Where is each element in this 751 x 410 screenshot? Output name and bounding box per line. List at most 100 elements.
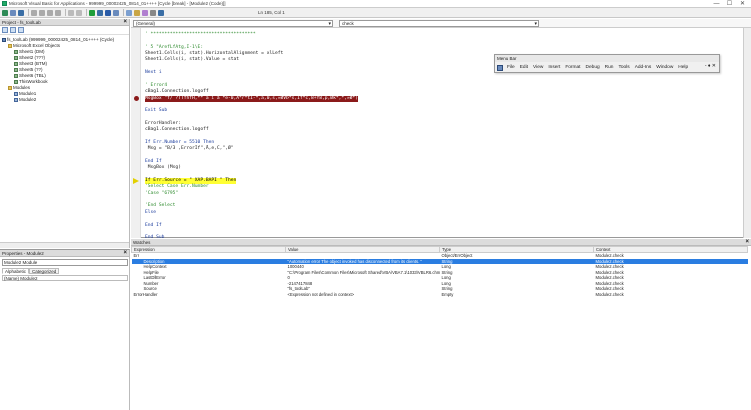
properties-panel-title: Properties - Module2 ×: [0, 250, 129, 257]
tab-alphabetic[interactable]: Alphabetic: [2, 268, 30, 274]
watch-cell-context: Module2.check: [595, 291, 624, 297]
floating-menu-bar: Menu Bar File Edit View Insert Format Debug Ru…: [494, 54, 720, 73]
breakpoint-icon[interactable]: [134, 96, 139, 101]
menu-item-help[interactable]: Help: [678, 65, 688, 70]
watch-cell-expr: ErrorHandler: [133, 291, 158, 297]
tab-categorized[interactable]: Categorized: [29, 268, 60, 274]
object-browser-icon[interactable]: [142, 9, 148, 16]
properties-icon[interactable]: [134, 9, 140, 16]
sheet-icon: [14, 50, 18, 54]
code-line[interactable]: cBag1.Connection.logoff: [145, 89, 209, 95]
watch-row[interactable]: ErrorHandler <Expression not defined in c…: [132, 292, 748, 298]
sheet-icon: [14, 62, 18, 66]
properties-title-label: Properties - Module2: [2, 251, 44, 256]
project-explorer: Project - fs_toolLab × fs_toolLab (99999…: [0, 19, 130, 248]
code-line[interactable]: End If: [145, 223, 162, 229]
project-icon: [2, 38, 6, 42]
module-icon: [14, 98, 18, 102]
sheet-icon: [14, 80, 18, 84]
menu-item-insert[interactable]: Insert: [548, 65, 560, 70]
menu-item-edit[interactable]: Edit: [520, 65, 528, 70]
break-icon[interactable]: [97, 9, 103, 16]
code-line[interactable]: Exit Sub: [145, 108, 167, 114]
execution-arrow-icon[interactable]: [133, 178, 139, 185]
menu-item-run[interactable]: Run: [605, 65, 614, 70]
save-icon[interactable]: [18, 9, 24, 16]
procedure-combo[interactable]: check: [339, 19, 539, 27]
code-line[interactable]: 'Case "6795": [145, 191, 178, 197]
menu-item-window[interactable]: Window: [656, 65, 673, 70]
properties-panel: Properties - Module2 × Module2 Module Al…: [0, 249, 130, 410]
cut-icon[interactable]: [31, 9, 37, 16]
code-line[interactable]: cBag1.Connection.logoff: [145, 127, 209, 133]
help-icon[interactable]: [158, 9, 164, 16]
sheet-icon: [14, 68, 18, 72]
close-button[interactable]: ✕: [736, 0, 749, 8]
watches-title: Watches ×: [131, 239, 751, 246]
sheet-icon: [14, 74, 18, 78]
code-line[interactable]: ErrorHandler:: [145, 121, 181, 127]
watch-cell-type: Empty: [441, 291, 454, 297]
menu-item-file[interactable]: File: [507, 65, 515, 70]
margin-indicator-bar[interactable]: [131, 28, 141, 238]
copy-icon[interactable]: [39, 9, 45, 16]
window-title: Microsoft Visual Basic for Applications …: [9, 1, 226, 6]
code-line[interactable]: ' Error4: [145, 83, 167, 89]
toggle-folders-icon[interactable]: [18, 27, 24, 33]
menu-item-tools[interactable]: Tools: [618, 65, 629, 70]
code-line[interactable]: MsgBox "f/ ?TTfhfH,** ä í á *e-0,Ä*r*tI-…: [145, 95, 358, 102]
property-row-name[interactable]: (Name) Module2: [2, 275, 128, 281]
project-tree: fs_toolLab (999999_00002425_0814_01++++ …: [0, 35, 129, 103]
object-selector[interactable]: Module2 Module: [2, 259, 128, 266]
code-line[interactable]: 'End Select: [145, 203, 175, 209]
menu-bar-title: Menu Bar: [495, 55, 719, 62]
menu-bar-controls[interactable]: - ♦ ✕: [705, 63, 716, 69]
insert-module-icon[interactable]: [10, 9, 16, 16]
tree-node[interactable]: Module2: [2, 97, 129, 103]
design-mode-icon[interactable]: [113, 9, 119, 16]
code-line[interactable]: ' **************************************: [145, 32, 256, 38]
code-line[interactable]: MsgBox (Msg): [145, 165, 181, 171]
reset-icon[interactable]: [105, 9, 111, 16]
watch-cell-value: "Automation error The object invoked has…: [285, 258, 440, 264]
menu-item-debug[interactable]: Debug: [586, 65, 600, 70]
redo-icon[interactable]: [76, 9, 82, 16]
paste-icon[interactable]: [47, 9, 53, 16]
code-line[interactable]: Next i: [145, 70, 162, 76]
view-excel-icon[interactable]: [2, 9, 8, 16]
folder-icon: [8, 44, 12, 48]
minimize-button[interactable]: —: [710, 0, 723, 8]
maximize-button[interactable]: ☐: [723, 0, 736, 8]
view-object-icon[interactable]: [10, 27, 16, 33]
horizontal-scrollbar[interactable]: [0, 242, 129, 248]
watches-window: Watches × Expression Value Type Context …: [131, 239, 751, 410]
code-line[interactable]: Else: [145, 210, 156, 216]
vertical-scrollbar[interactable]: [743, 28, 751, 238]
module-icon: [14, 92, 18, 96]
undo-icon[interactable]: [68, 9, 74, 16]
vba-app-icon: [2, 1, 7, 6]
view-code-icon[interactable]: [2, 27, 8, 33]
watch-cell-value: "C:\Program Files\Common Files\Microsoft…: [287, 269, 440, 275]
watches-table: Expression Value Type Context Err Object/…: [131, 246, 748, 297]
excel-icon[interactable]: [497, 64, 503, 71]
folder-icon: [8, 86, 12, 90]
project-title-label: Project - fs_toolLab: [2, 20, 41, 25]
close-icon[interactable]: ×: [745, 239, 749, 246]
code-line[interactable]: Sheet1.Cells(i, stat).Value = stat: [145, 57, 239, 63]
code-line[interactable]: ' 5 "ArefLfAtg,I-1\E:: [145, 45, 203, 51]
object-combo[interactable]: (General): [133, 19, 333, 27]
menu-item-view[interactable]: View: [533, 65, 543, 70]
toolbox-icon[interactable]: [150, 9, 156, 16]
find-icon[interactable]: [55, 9, 61, 16]
title-bar: Microsoft Visual Basic for Applications …: [0, 0, 751, 8]
code-line[interactable]: Msg = "B/3 ,ErrorIf",Ä,e,C,",Ø": [145, 146, 234, 152]
menu-item-format[interactable]: Format: [565, 65, 580, 70]
project-explorer-icon[interactable]: [126, 9, 132, 16]
close-icon[interactable]: ×: [123, 250, 127, 257]
sheet-icon: [14, 56, 18, 60]
menu-item-add-ins[interactable]: Add-Ins: [635, 65, 652, 70]
close-icon[interactable]: ×: [123, 19, 127, 26]
run-icon[interactable]: [89, 9, 95, 16]
code-line[interactable]: 'Select Case Err.Number: [145, 184, 209, 190]
